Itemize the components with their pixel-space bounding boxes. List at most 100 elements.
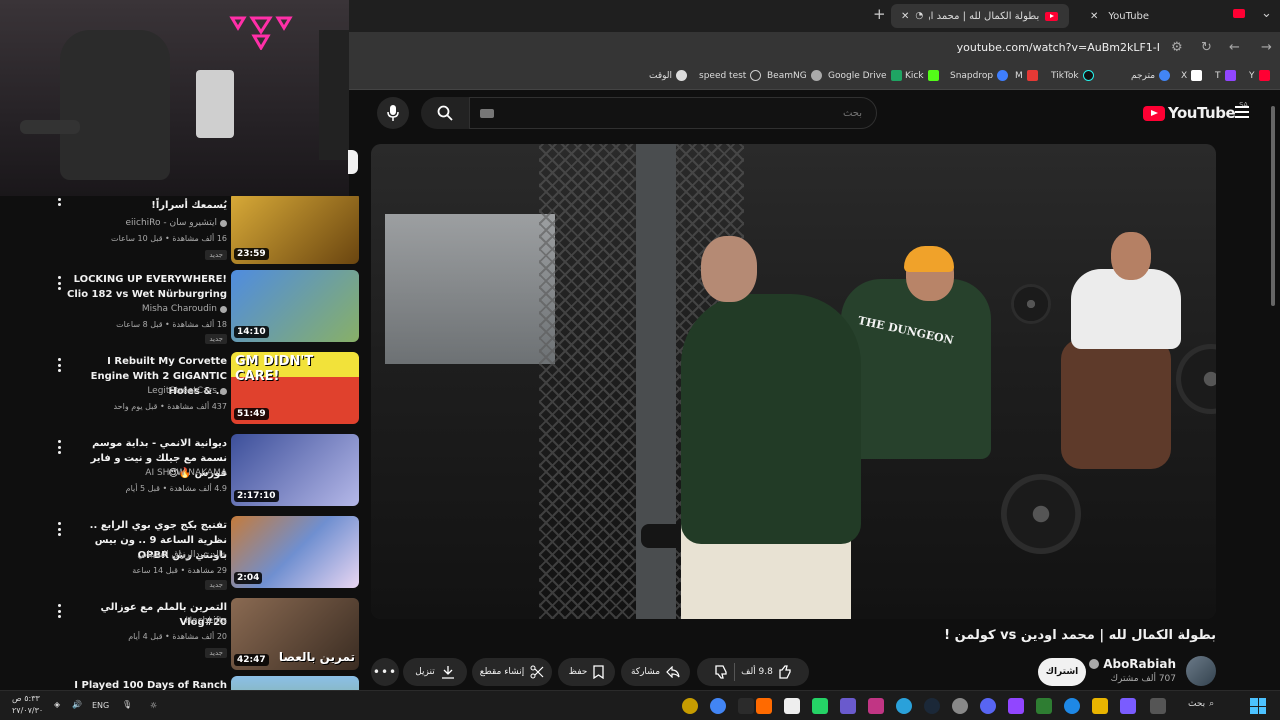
volume-icon[interactable]: 🔊 (72, 700, 82, 709)
bookmark-m[interactable]: M (1015, 70, 1038, 81)
edge-icon[interactable] (1064, 698, 1080, 714)
more-icon[interactable] (56, 196, 62, 206)
list-item[interactable]: تمرين بالعصا 42:47 التمرين بالملم مع عوز… (0, 598, 363, 676)
more-icon[interactable] (56, 522, 62, 536)
clock-date[interactable]: ٢٧/٠٧/٣٠ (12, 706, 43, 715)
more-icon[interactable] (56, 604, 62, 618)
video-player[interactable]: THE DUNGEON (371, 144, 1216, 619)
clock-time[interactable]: ٥:٣٣ ص (12, 694, 40, 703)
language-indicator[interactable]: ENG (92, 701, 109, 710)
avatar[interactable] (1186, 656, 1216, 686)
whatsapp-icon[interactable] (812, 698, 828, 714)
twitch-icon[interactable] (1008, 698, 1024, 714)
new-tab-button[interactable]: + (873, 5, 886, 23)
channel-name[interactable]: AboRabiah (1089, 657, 1176, 671)
list-item[interactable]: 2:04 تفنيج بكج جوي بوي الرابع .. نظرية ا… (0, 516, 363, 594)
tab-search-icon[interactable]: ⌄ (1261, 6, 1272, 21)
channel-name[interactable]: Misha Charoudin (142, 304, 217, 314)
download-button[interactable]: تنزيل (403, 658, 467, 686)
person-one-head (701, 236, 757, 302)
list-item[interactable]: 2:17:10 دیوانیة الانمي - بداية موسم نسمة… (0, 434, 363, 512)
audio-icon[interactable]: ◔ (915, 11, 923, 21)
reload-icon[interactable]: ↻ (1201, 40, 1212, 55)
search-button[interactable] (421, 97, 469, 129)
back-arrow-icon[interactable]: → (1261, 40, 1272, 55)
sidebar-scroll-tab[interactable] (348, 150, 358, 174)
like-button[interactable]: 9.8 ألف (741, 665, 792, 679)
more-icon[interactable] (56, 440, 62, 454)
bookmark-t[interactable]: T (1215, 70, 1236, 81)
more-icon[interactable] (56, 358, 62, 372)
menu-icon[interactable] (1235, 106, 1249, 118)
bookmark-google-drive[interactable]: Google Drive (828, 70, 902, 81)
forward-arrow-icon[interactable]: ← (1229, 40, 1240, 55)
app-icon[interactable] (682, 698, 698, 714)
voice-search-button[interactable] (377, 97, 409, 129)
youtube-icon (1258, 70, 1270, 81)
tiktok-icon (1082, 70, 1094, 81)
chrome-icon[interactable] (710, 698, 726, 714)
bookmark-time[interactable]: الوقت (649, 70, 688, 81)
subscribe-button[interactable]: اشتراك (1038, 658, 1086, 686)
page-scrollbar[interactable] (1270, 96, 1276, 690)
close-icon[interactable]: ✕ (1090, 11, 1098, 22)
duration-badge: 23:59 (234, 248, 269, 260)
list-item[interactable]: GM DIDN'T CARE! 51:49 I Rebuilt My Corve… (0, 352, 363, 430)
settings-icon[interactable] (952, 698, 968, 714)
video-title: LOCKING UP EVERYWHERE! Clio 182 vs Wet N… (67, 274, 227, 300)
bookmark-tiktok[interactable]: TikTok (1051, 70, 1094, 81)
save-button[interactable]: حفظ (558, 658, 615, 686)
channel-name[interactable]: eiichiRo - ايتشيرو سان (125, 218, 217, 228)
snapdrop-icon (997, 70, 1009, 81)
taskbar-search[interactable]: بحث ⌕ (1188, 699, 1214, 709)
instagram-icon[interactable] (868, 698, 884, 714)
microphone-icon[interactable]: 🎙 (122, 700, 132, 709)
keyboard-icon[interactable] (480, 109, 494, 118)
bookmark-y[interactable]: Y (1249, 70, 1270, 81)
list-item[interactable]: I Played 100 Days of Ranch (0, 676, 363, 690)
channel-name[interactable]: HachLifts (185, 616, 227, 626)
steam-icon[interactable] (924, 698, 940, 714)
file-explorer-icon[interactable] (1092, 698, 1108, 714)
site-settings-icon[interactable]: ⚙ (1171, 40, 1183, 55)
close-icon[interactable]: ✕ (901, 11, 909, 22)
epic-games-icon[interactable] (738, 698, 754, 714)
channel-name[interactable]: خالد عبدالرزاق الشيباني (137, 550, 227, 560)
bookmark-snapdrop[interactable]: Snapdrop (950, 70, 1009, 81)
url-field[interactable]: youtube.com/watch?v=AuBm2kLF1-I (957, 41, 1160, 54)
bookmark-translate[interactable]: مترجم (1131, 70, 1171, 81)
more-actions-button[interactable]: ••• (371, 658, 399, 686)
more-icon[interactable] (56, 276, 62, 290)
video-thumbnail[interactable] (231, 676, 359, 690)
search-input[interactable] (470, 98, 876, 128)
x-icon (1191, 70, 1203, 81)
brightness-icon[interactable]: ☼ (150, 701, 157, 710)
wifi-icon[interactable]: ◈ (54, 700, 60, 709)
discord-icon[interactable] (980, 698, 996, 714)
copilot-icon[interactable] (1120, 698, 1136, 714)
share-button[interactable]: مشاركة (621, 658, 690, 686)
list-item[interactable]: 14:10 LOCKING UP EVERYWHERE! Clio 182 vs… (0, 270, 363, 348)
tab-video[interactable]: ✕ ◔ بطولة الكمال لله | محمد اودين vs كول… (891, 4, 1069, 28)
search-input-box[interactable] (469, 97, 877, 129)
app-icon[interactable] (756, 698, 772, 714)
youtube-pin-icon[interactable] (1233, 9, 1245, 18)
bookmark-kick[interactable]: Kick (905, 70, 939, 81)
apps-grid-icon[interactable] (840, 698, 856, 714)
channel-name[interactable]: AI SHOW NAKAMA (145, 468, 227, 478)
youtube-logo[interactable]: YouTube SA (1143, 101, 1248, 122)
bookmark-x[interactable]: X (1181, 70, 1203, 81)
bookmark-speedtest[interactable]: speed test (699, 70, 762, 81)
scrollbar-thumb[interactable] (1271, 106, 1275, 306)
tab-youtube[interactable]: ✕ YouTube (1084, 4, 1224, 28)
channel-name[interactable]: LegitStreetCars (147, 386, 217, 396)
app-icon[interactable] (1036, 698, 1052, 714)
start-icon[interactable] (1250, 698, 1266, 714)
task-view-icon[interactable] (1150, 698, 1166, 714)
notepad-icon[interactable] (784, 698, 800, 714)
list-item[interactable]: 23:59 يُسمعك أسراراً! eiichiRo - ايتشيرو… (0, 196, 363, 270)
dislike-button[interactable] (714, 665, 728, 679)
telegram-icon[interactable] (896, 698, 912, 714)
bookmark-beamng[interactable]: BeamNG (767, 70, 822, 81)
clip-button[interactable]: إنشاء مقطع (472, 658, 552, 686)
